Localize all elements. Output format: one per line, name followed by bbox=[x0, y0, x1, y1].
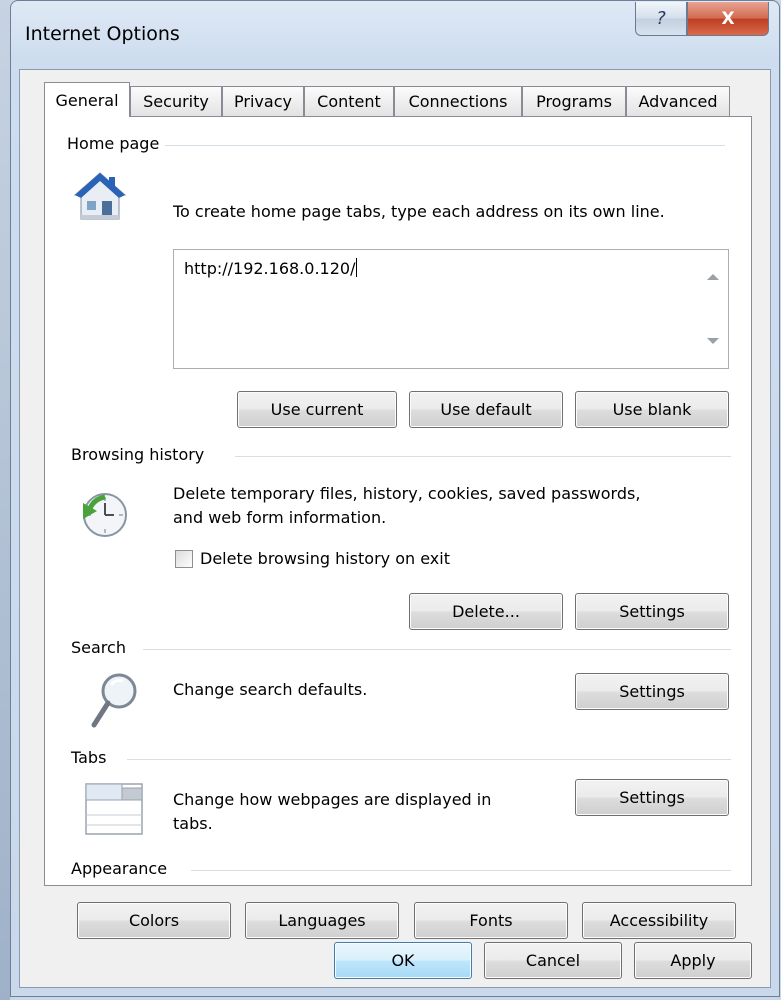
tabs-divider bbox=[127, 759, 731, 760]
address-scrollbar[interactable] bbox=[698, 250, 728, 368]
browsing-history-settings-button[interactable]: Settings bbox=[575, 593, 729, 630]
tab-privacy-label: Privacy bbox=[234, 92, 292, 111]
help-button[interactable]: ? bbox=[635, 2, 687, 36]
tabs-description-1: Change how webpages are displayed in bbox=[173, 790, 492, 809]
colors-button[interactable]: Colors bbox=[77, 902, 231, 939]
use-blank-button[interactable]: Use blank bbox=[575, 391, 729, 428]
tab-general-label: General bbox=[55, 90, 119, 110]
apply-button[interactable]: Apply bbox=[634, 942, 752, 979]
magnifier-icon bbox=[91, 673, 137, 728]
house-icon bbox=[73, 172, 127, 220]
internet-options-dialog: Internet Options ? X General Security Pr… bbox=[10, 0, 780, 997]
delete-history-button[interactable]: Delete... bbox=[409, 593, 563, 630]
dialog-client-area: General Security Privacy Content Connect… bbox=[19, 69, 771, 988]
desktop-edge bbox=[0, 0, 10, 1000]
tab-connections-label: Connections bbox=[408, 92, 508, 111]
home-page-group-label: Home page bbox=[67, 134, 166, 153]
tab-content[interactable]: Content bbox=[304, 86, 394, 116]
fonts-button[interactable]: Fonts bbox=[414, 902, 568, 939]
title-bar[interactable]: Internet Options ? X bbox=[11, 1, 779, 69]
search-description: Change search defaults. bbox=[173, 680, 368, 699]
delete-on-exit-checkbox[interactable] bbox=[175, 550, 193, 568]
scroll-up-icon[interactable] bbox=[707, 274, 719, 280]
tab-connections[interactable]: Connections bbox=[394, 86, 522, 116]
text-caret bbox=[356, 258, 358, 277]
tab-security[interactable]: Security bbox=[130, 86, 222, 116]
browsing-history-description-2: and web form information. bbox=[173, 508, 387, 527]
home-page-address-value: http://192.168.0.120/ bbox=[184, 258, 358, 278]
tabs-window-icon bbox=[85, 783, 143, 835]
ok-button[interactable]: OK bbox=[334, 942, 472, 979]
help-icon: ? bbox=[656, 8, 666, 29]
close-icon: X bbox=[721, 8, 735, 29]
accessibility-button[interactable]: Accessibility bbox=[582, 902, 736, 939]
search-settings-button[interactable]: Settings bbox=[575, 673, 729, 710]
window-title: Internet Options bbox=[25, 23, 180, 45]
appearance-group-label: Appearance bbox=[71, 859, 174, 878]
tab-programs[interactable]: Programs bbox=[522, 86, 626, 116]
tab-security-label: Security bbox=[143, 92, 209, 111]
browsing-history-description-1: Delete temporary files, history, cookies… bbox=[173, 484, 641, 503]
search-divider bbox=[143, 649, 731, 650]
tab-general[interactable]: General bbox=[44, 82, 130, 117]
tab-privacy[interactable]: Privacy bbox=[222, 86, 304, 116]
tabs-description-2: tabs. bbox=[173, 814, 213, 833]
tab-content-label: Content bbox=[317, 92, 381, 111]
home-page-description: To create home page tabs, type each addr… bbox=[173, 202, 665, 221]
tab-advanced-label: Advanced bbox=[638, 92, 718, 111]
tab-advanced[interactable]: Advanced bbox=[626, 86, 730, 116]
languages-button[interactable]: Languages bbox=[245, 902, 399, 939]
browsing-history-divider bbox=[235, 456, 731, 457]
scroll-down-icon[interactable] bbox=[707, 338, 719, 344]
appearance-divider bbox=[191, 870, 731, 871]
close-button[interactable]: X bbox=[687, 2, 769, 36]
tab-programs-label: Programs bbox=[536, 92, 612, 111]
use-default-button[interactable]: Use default bbox=[409, 391, 563, 428]
tabs-settings-button[interactable]: Settings bbox=[575, 779, 729, 816]
use-current-button[interactable]: Use current bbox=[237, 391, 397, 428]
cancel-button[interactable]: Cancel bbox=[484, 942, 622, 979]
browsing-history-group-label: Browsing history bbox=[71, 445, 211, 464]
home-page-address-input[interactable]: http://192.168.0.120/ bbox=[173, 249, 729, 369]
general-tab-panel: Home page To create home page tabs, type… bbox=[44, 116, 752, 886]
delete-on-exit-label[interactable]: Delete browsing history on exit bbox=[200, 548, 450, 570]
search-group-label: Search bbox=[71, 638, 132, 657]
home-page-divider bbox=[145, 145, 725, 146]
history-clock-icon bbox=[83, 493, 127, 537]
tabs-group-label: Tabs bbox=[71, 748, 113, 767]
